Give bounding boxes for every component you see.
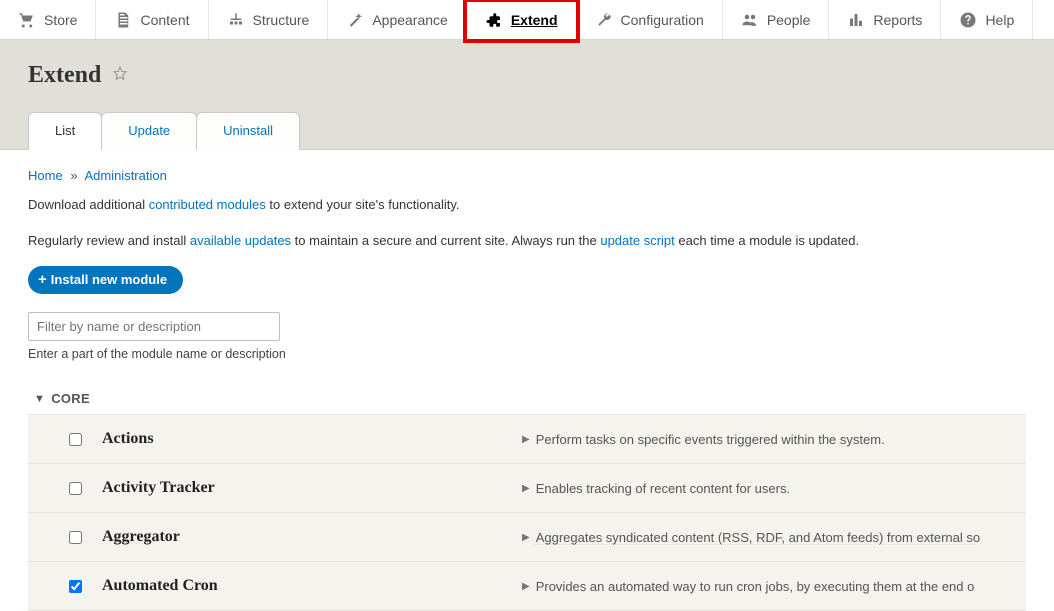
breadcrumb-admin[interactable]: Administration [84,168,166,183]
module-description: Perform tasks on specific events trigger… [536,432,885,447]
nav-label: People [767,12,811,28]
nav-item-store[interactable]: Store [0,0,96,39]
module-row: Aggregator ▶ Aggregates syndicated conten… [28,512,1026,562]
puzzle-icon [485,11,503,29]
install-new-module-button[interactable]: + Install new module [28,266,183,294]
triangle-down-icon: ▼ [34,393,45,405]
module-checkbox[interactable] [69,482,82,495]
text: to maintain a secure and current site. A… [291,233,600,248]
tab-list[interactable]: List [28,112,102,150]
sitemap-icon [227,11,245,29]
module-group-core[interactable]: ▼ CORE [28,387,1026,414]
breadcrumb-home[interactable]: Home [28,168,63,183]
module-checkbox[interactable] [69,580,82,593]
tab-uninstall[interactable]: Uninstall [196,112,300,150]
triangle-right-icon: ▶ [522,532,530,543]
link-update-script[interactable]: update script [600,233,674,248]
module-description-toggle[interactable]: ▶ Provides an automated way to run cron j… [522,579,1018,594]
module-checkbox[interactable] [69,531,82,544]
intro-para-1: Download additional contributed modules … [28,195,1026,215]
module-name: Actions [102,430,522,448]
module-name: Aggregator [102,528,522,546]
module-row: Actions ▶ Perform tasks on specific event… [28,414,1026,464]
cart-icon [18,11,36,29]
document-icon [114,11,132,29]
module-description: Provides an automated way to run cron jo… [536,579,975,594]
page-title: Extend [28,62,101,89]
module-checkbox[interactable] [69,433,82,446]
content-region: Home » Administration Download additiona… [0,150,1054,611]
nav-item-reports[interactable]: Reports [829,0,941,39]
nav-label: Help [985,12,1014,28]
bar-chart-icon [847,11,865,29]
nav-label: Extend [511,12,558,28]
filter-note: Enter a part of the module name or descr… [28,347,1026,361]
star-outline-icon[interactable] [111,65,129,86]
nav-item-configuration[interactable]: Configuration [577,0,723,39]
module-list: Actions ▶ Perform tasks on specific event… [28,414,1026,611]
triangle-right-icon: ▶ [522,483,530,494]
module-description-toggle[interactable]: ▶ Aggregates syndicated content (RSS, RDF… [522,530,1018,545]
top-admin-nav: Store Content Structure Appearance Exten… [0,0,1054,40]
text: Regularly review and install [28,233,190,248]
help-icon [959,11,977,29]
nav-label: Appearance [372,12,448,28]
nav-item-appearance[interactable]: Appearance [328,0,467,39]
link-contributed-modules[interactable]: contributed modules [149,197,266,212]
text: each time a module is updated. [675,233,859,248]
group-name: CORE [51,391,90,406]
nav-item-people[interactable]: People [723,0,830,39]
button-label: Install new module [51,272,167,287]
module-description-toggle[interactable]: ▶ Enables tracking of recent content for … [522,481,1018,496]
wrench-icon [595,11,613,29]
module-row: Automated Cron ▶ Provides an automated wa… [28,561,1026,611]
triangle-right-icon: ▶ [522,581,530,592]
nav-item-structure[interactable]: Structure [209,0,329,39]
nav-label: Configuration [621,12,704,28]
module-name: Activity Tracker [102,479,522,497]
breadcrumb-sep: » [66,168,81,183]
text: to extend your site's functionality. [266,197,460,212]
nav-item-content[interactable]: Content [96,0,208,39]
triangle-right-icon: ▶ [522,434,530,445]
module-row: Activity Tracker ▶ Enables tracking of re… [28,463,1026,513]
tab-update[interactable]: Update [101,112,197,150]
nav-label: Store [44,12,77,28]
wand-icon [346,11,364,29]
page-header: Extend List Update Uninstall [0,40,1054,150]
nav-label: Content [140,12,189,28]
nav-label: Structure [253,12,310,28]
link-available-updates[interactable]: available updates [190,233,291,248]
nav-label: Reports [873,12,922,28]
module-description: Enables tracking of recent content for u… [536,481,790,496]
text: Download additional [28,197,149,212]
module-description-toggle[interactable]: ▶ Perform tasks on specific events trigge… [522,432,1018,447]
plus-icon: + [38,272,47,287]
module-description: Aggregates syndicated content (RSS, RDF,… [536,530,980,545]
module-name: Automated Cron [102,577,522,595]
nav-item-extend[interactable]: Extend [467,0,577,39]
breadcrumb: Home » Administration [28,168,1026,183]
people-icon [741,11,759,29]
page-tabs: List Update Uninstall [28,111,1054,149]
intro-para-2: Regularly review and install available u… [28,231,1026,251]
module-filter-input[interactable] [28,312,280,341]
nav-item-help[interactable]: Help [941,0,1033,39]
